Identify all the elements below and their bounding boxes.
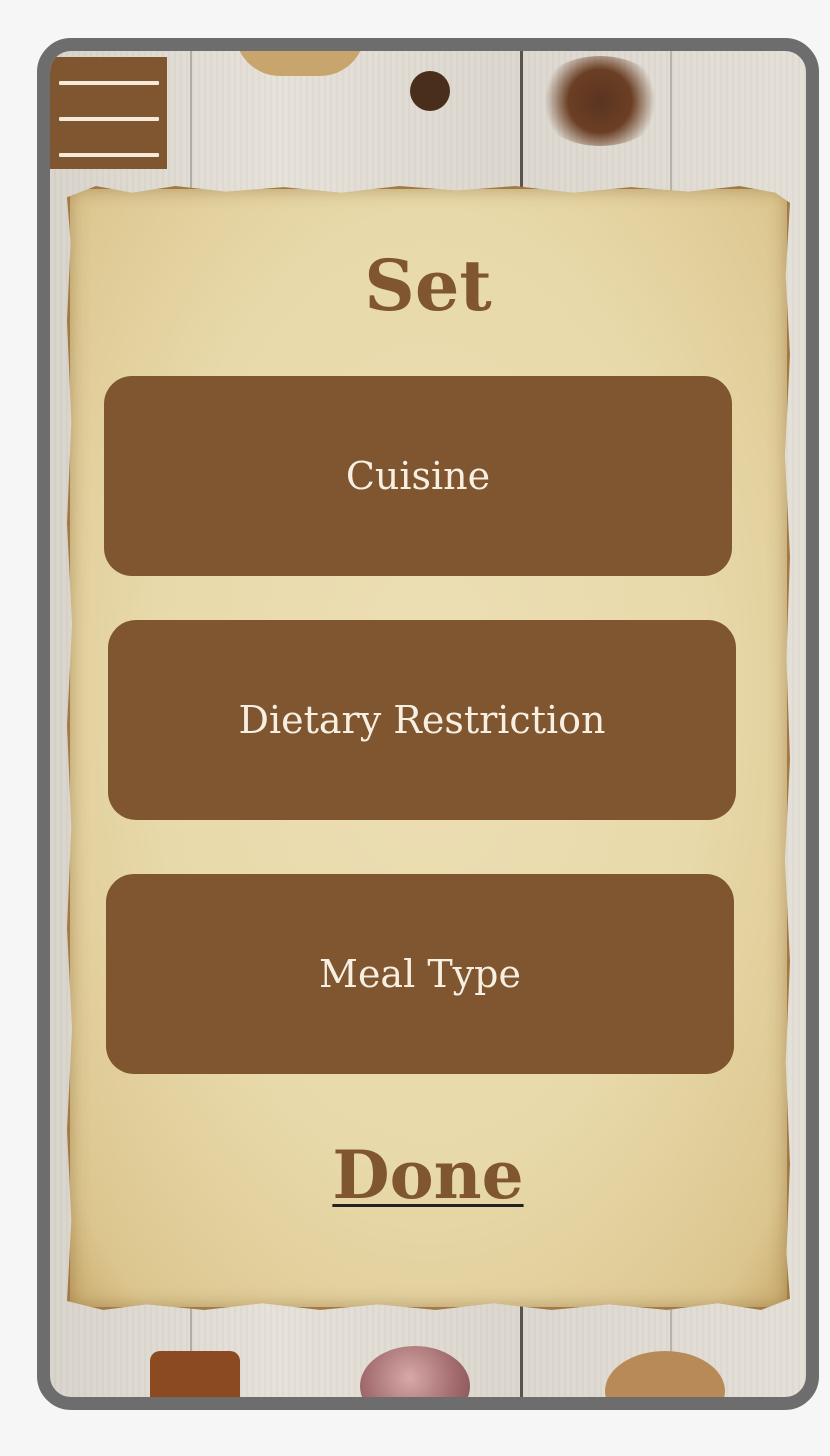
- done-link[interactable]: Done: [50, 1136, 806, 1214]
- meal-type-button[interactable]: Meal Type: [106, 874, 734, 1074]
- page-title: Set: [364, 244, 492, 327]
- walnut-decoration: [235, 51, 365, 76]
- star-anise-decoration: [535, 56, 665, 146]
- nut-decoration: [605, 1351, 725, 1397]
- garlic-decoration: [360, 1346, 470, 1397]
- clove-decoration: [410, 71, 450, 111]
- menu-bar: [59, 153, 159, 157]
- menu-bar: [59, 117, 159, 121]
- phone-frame: Set Cuisine Dietary Restriction Meal Typ…: [37, 38, 819, 1410]
- cinnamon-decoration: [150, 1351, 240, 1397]
- menu-bar: [59, 81, 159, 85]
- done-label: Done: [332, 1136, 524, 1214]
- dietary-restriction-button[interactable]: Dietary Restriction: [108, 620, 736, 820]
- hamburger-menu-icon[interactable]: [50, 57, 167, 169]
- cuisine-button[interactable]: Cuisine: [104, 376, 732, 576]
